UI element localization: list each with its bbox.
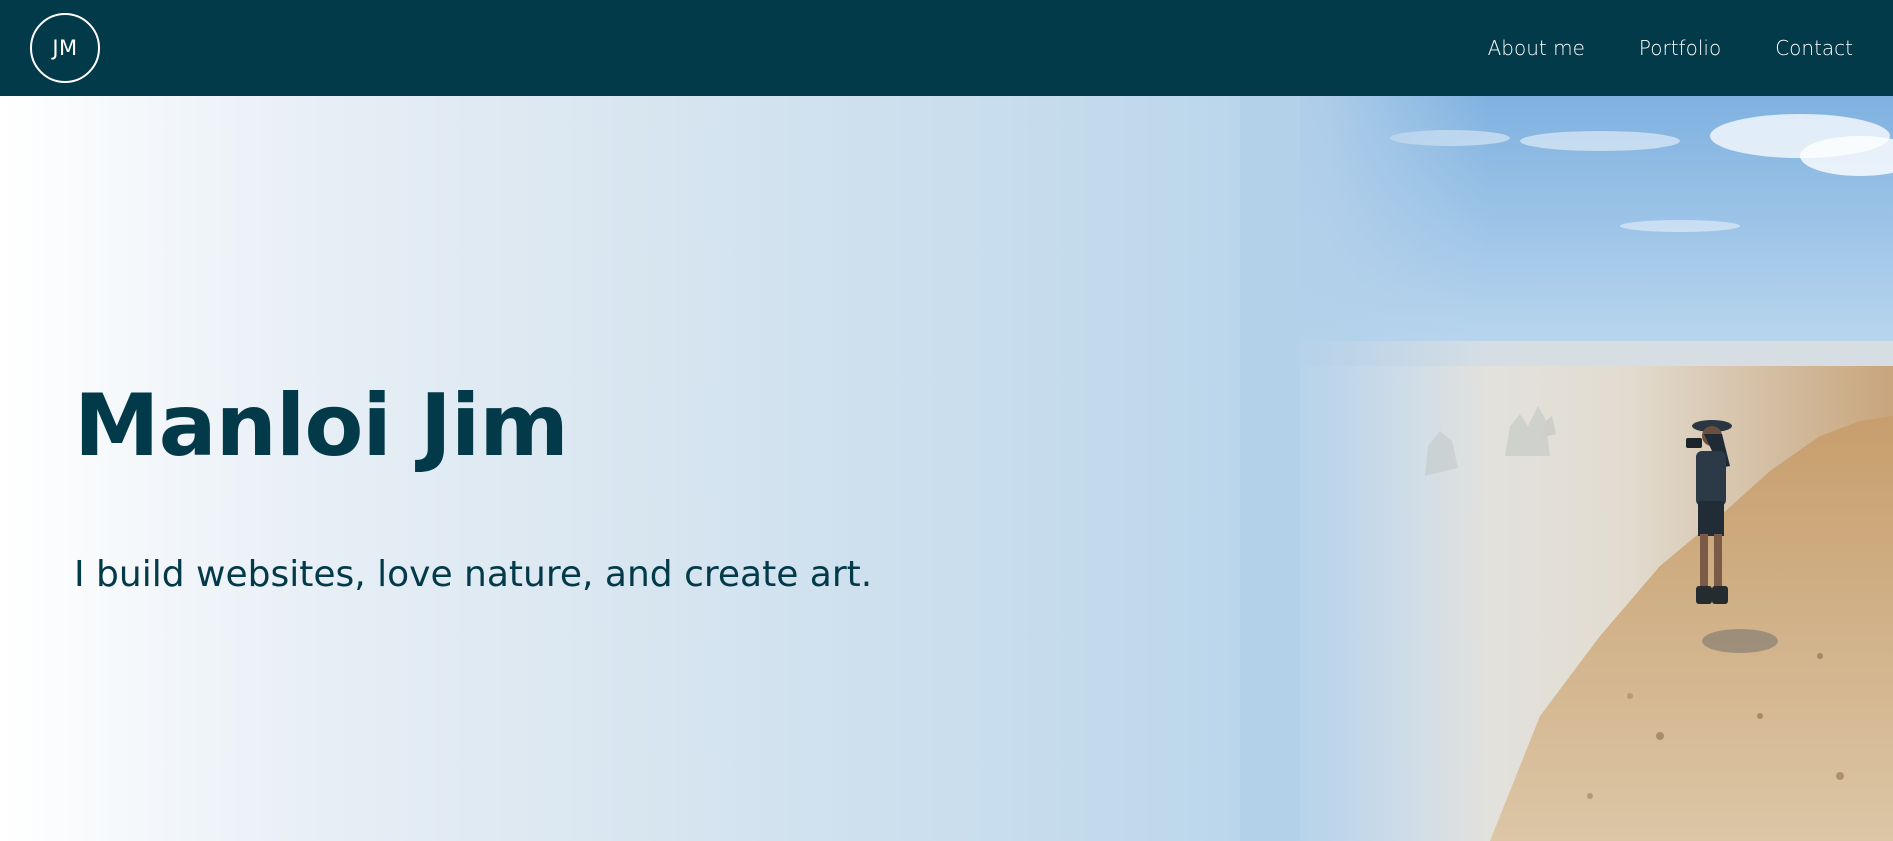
hero-subtitle: I build websites, love nature, and creat… <box>74 554 873 595</box>
nav-link-contact[interactable]: Contact <box>1775 36 1853 60</box>
main-nav: About me Portfolio Contact <box>1488 36 1853 60</box>
hero-title: Manloi Jim <box>74 376 569 476</box>
site-header: JM About me Portfolio Contact <box>0 0 1893 96</box>
logo-link[interactable]: JM <box>30 13 100 83</box>
hero-section: Manloi Jim I build websites, love nature… <box>0 96 1893 841</box>
nav-link-about-me[interactable]: About me <box>1488 36 1585 60</box>
nav-link-portfolio[interactable]: Portfolio <box>1639 36 1721 60</box>
hero-photo-fade <box>1240 96 1490 841</box>
